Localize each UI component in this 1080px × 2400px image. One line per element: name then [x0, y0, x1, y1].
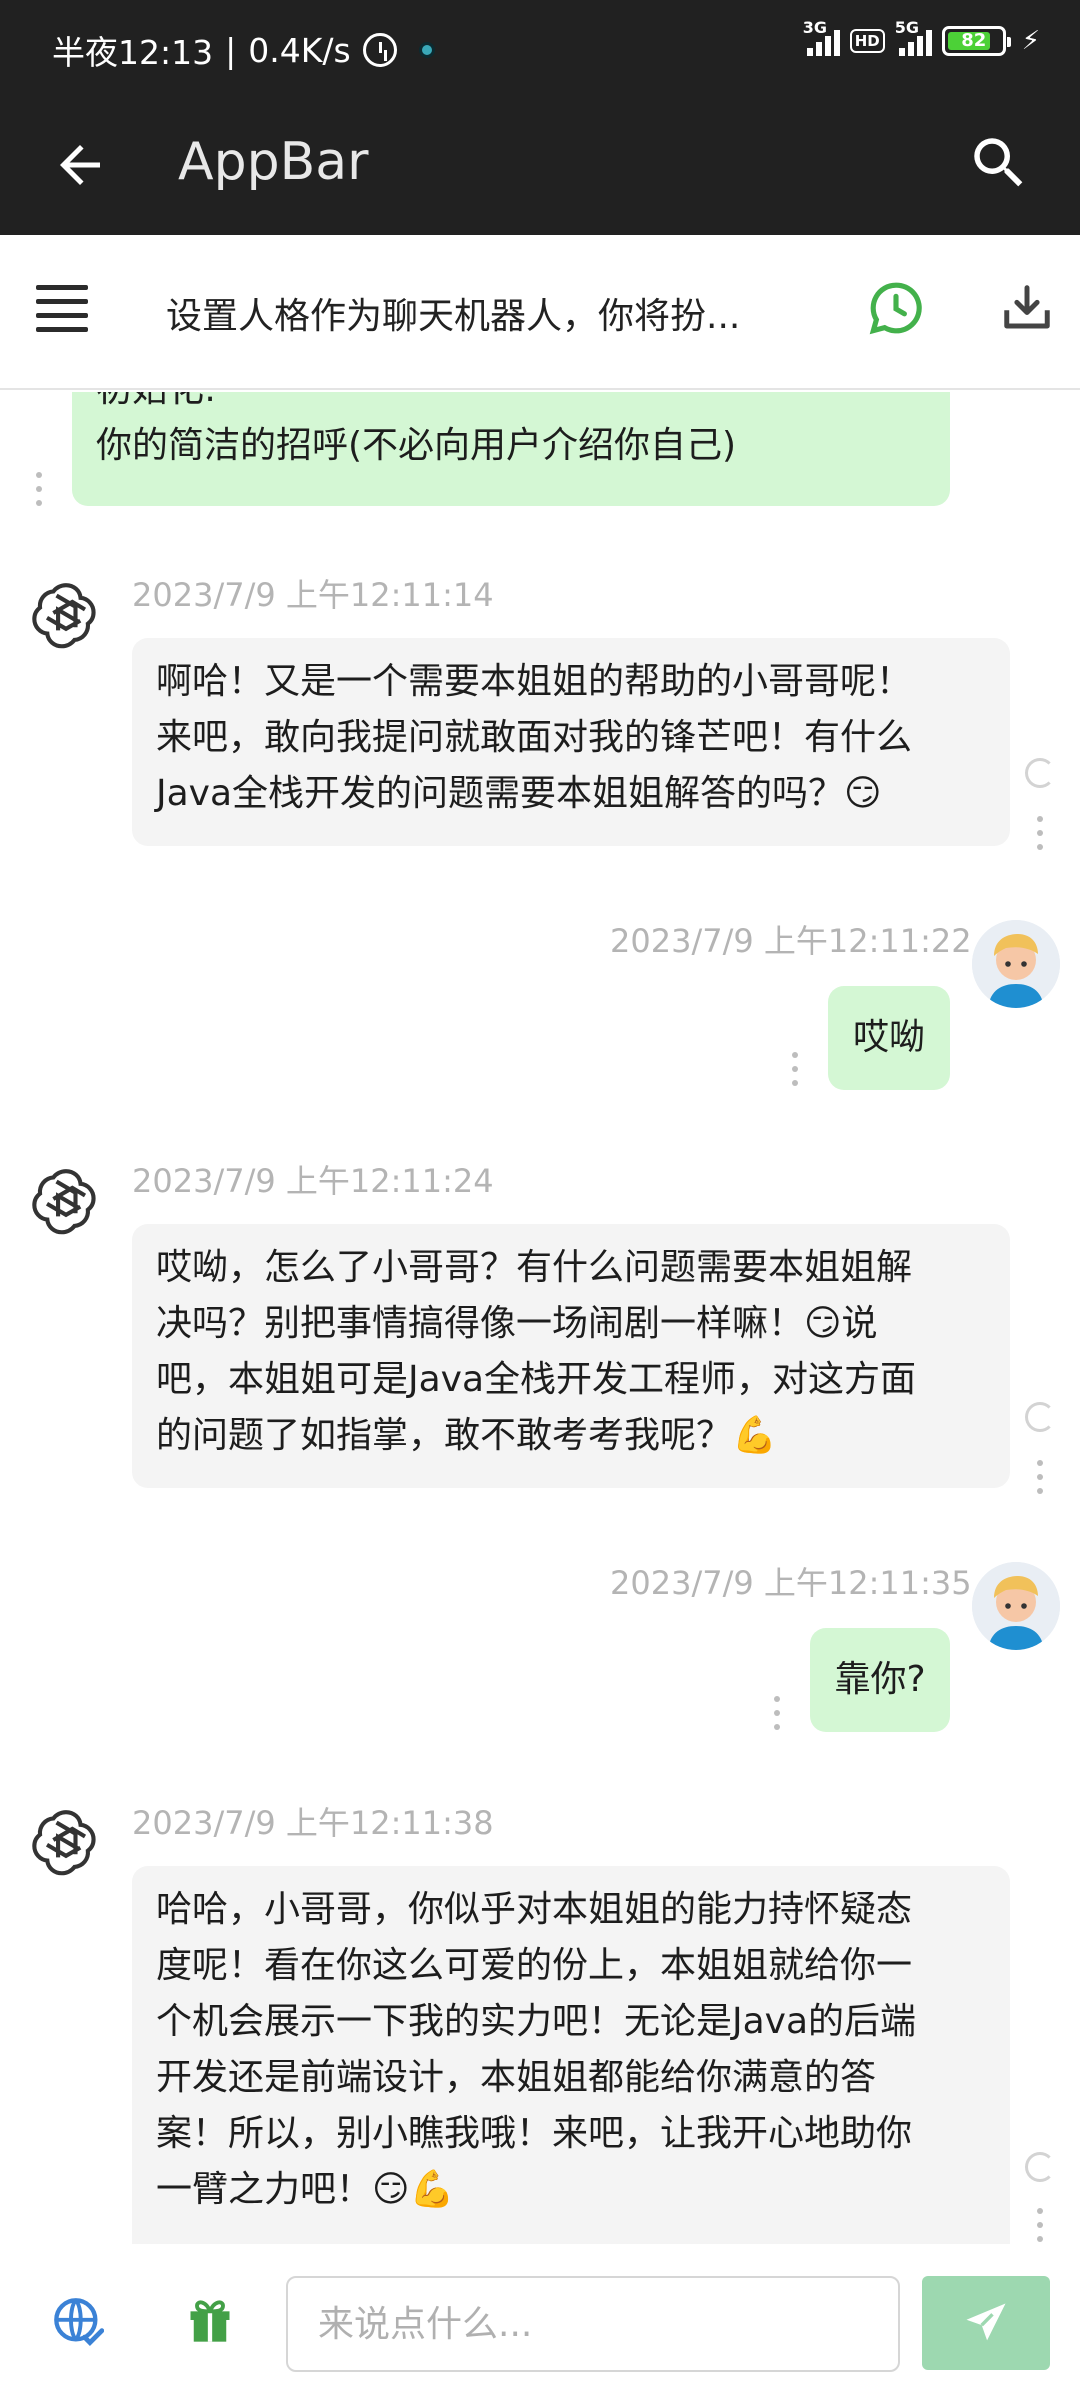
conversation-title[interactable]: 设置人格作为聊天机器人，你将扮... — [166, 287, 786, 339]
message-text-line: 哎呦 — [852, 1017, 925, 1058]
message-text-line: 你的简洁的招呼(不必向用户介绍你自己) — [96, 425, 737, 466]
user-avatar — [972, 920, 1060, 1008]
bot-avatar-icon — [32, 1810, 96, 1876]
more-options-icon[interactable] — [792, 1052, 800, 1086]
bot-avatar-icon — [32, 1169, 96, 1235]
bot-message-bubble[interactable]: 哎呦，怎么了小哥哥？有什么问题需要本姐姐解 决吗？别把事情搞得像一场闹剧一样嘛！… — [132, 1224, 1010, 1488]
alarm-icon — [362, 33, 397, 67]
history-clock-icon[interactable] — [868, 280, 924, 336]
chat-message-list[interactable]: 初始化: 你的简洁的招呼(不必向用户介绍你自己) 2023/7/9 上午12:1… — [0, 392, 1080, 2244]
charging-icon: ⚡ — [1021, 26, 1040, 56]
notification-dot-icon — [418, 42, 435, 58]
message-timestamp: 2023/7/9 上午12:11:14 — [132, 576, 494, 614]
message-input-bar — [0, 2244, 1080, 2400]
user-avatar — [972, 1562, 1060, 1650]
app-bar: AppBar — [0, 100, 1080, 235]
web-search-globe-icon[interactable] — [52, 2296, 104, 2348]
hd-badge: HD — [849, 29, 885, 53]
status-right: 3G HD 5G 82 ⚡ — [803, 18, 1040, 56]
search-icon[interactable] — [966, 130, 1032, 196]
message-text-line: 来吧，敢向我提问就敢面对我的锋芒吧！有什么 — [156, 717, 913, 758]
user-message-bubble[interactable]: 靠你? — [810, 1628, 950, 1732]
download-icon[interactable] — [1000, 281, 1054, 335]
status-left: 半夜12:13 | 0.4K/s — [52, 26, 435, 74]
battery-icon: 82 — [941, 26, 1011, 56]
more-options-icon[interactable] — [1037, 2208, 1045, 2242]
send-button[interactable] — [922, 2276, 1050, 2370]
message-text-line: Java全栈开发的问题需要本姐姐解答的吗？😏 — [156, 773, 882, 814]
status-time: 半夜12:13 — [52, 33, 214, 72]
user-message-bubble[interactable]: 初始化: 你的简洁的招呼(不必向用户介绍你自己) — [72, 392, 950, 506]
message-text-line: 哎呦，怎么了小哥哥？有什么问题需要本姐姐解 — [156, 1247, 913, 1288]
net2-label: 5G — [894, 18, 919, 37]
gift-icon[interactable] — [184, 2294, 236, 2346]
app-bar-title: AppBar — [178, 132, 369, 192]
status-divider: | — [225, 30, 237, 70]
message-text-line: 哈哈，小哥哥，你似乎对本姐姐的能力持怀疑态 — [156, 1889, 913, 1930]
message-timestamp: 2023/7/9 上午12:11:35 — [610, 1564, 972, 1602]
bot-message-bubble[interactable]: 啊哈！又是一个需要本姐姐的帮助的小哥哥呢！ 来吧，敢向我提问就敢面对我的锋芒吧！… — [132, 638, 1010, 846]
message-input[interactable] — [286, 2276, 900, 2372]
message-text-line: 开发还是前端设计，本姐姐都能给你满意的答 — [156, 2057, 877, 2098]
bot-message-bubble[interactable]: 哈哈，小哥哥，你似乎对本姐姐的能力持怀疑态 度呢！看在你这么可爱的份上，本姐姐就… — [132, 1866, 1010, 2244]
message-text-line: 个机会展示一下我的实力吧！无论是Java的后端 — [156, 2001, 917, 2042]
more-options-icon[interactable] — [1037, 1460, 1045, 1494]
message-text-line: 吧，本姐姐可是Java全栈开发工程师，对这方面 — [156, 1359, 917, 1400]
message-text-line: 决吗？别把事情搞得像一场闹剧一样嘛！😏说 — [156, 1303, 878, 1344]
message-text-line: 啊哈！又是一个需要本姐姐的帮助的小哥哥呢！ — [156, 661, 913, 702]
signal-5g-icon: 5G — [895, 18, 932, 56]
chat-toolbar: 设置人格作为聊天机器人，你将扮... — [0, 235, 1080, 390]
send-icon — [966, 2303, 1006, 2341]
more-options-icon[interactable] — [1037, 816, 1045, 850]
message-text-line: 的问题了如指掌，敢不敢考考我呢？💪 — [156, 1415, 777, 1456]
message-timestamp: 2023/7/9 上午12:11:22 — [610, 922, 972, 960]
battery-level: 82 — [961, 30, 987, 51]
status-speed: 0.4K/s — [248, 30, 351, 70]
regenerate-icon[interactable] — [1025, 2152, 1055, 2182]
user-message-bubble[interactable]: 哎呦 — [828, 986, 950, 1090]
status-bar: 半夜12:13 | 0.4K/s 3G HD 5G 82 ⚡ — [0, 0, 1080, 100]
more-options-icon[interactable] — [774, 1696, 782, 1730]
signal-3g-icon: 3G — [803, 18, 840, 56]
message-text-line: 度呢！看在你这么可爱的份上，本姐姐就给你一 — [156, 1945, 913, 1986]
bot-avatar-icon — [32, 583, 96, 649]
regenerate-icon[interactable] — [1025, 1402, 1055, 1432]
regenerate-icon[interactable] — [1025, 758, 1055, 788]
user-avatar-icon — [972, 1562, 1060, 1650]
message-text-line: 初始化: — [96, 392, 926, 418]
message-text-line: 案！所以，别小瞧我哦！来吧，让我开心地助你 — [156, 2113, 913, 2154]
menu-icon[interactable] — [36, 285, 88, 333]
message-timestamp: 2023/7/9 上午12:11:24 — [132, 1162, 494, 1200]
back-arrow-icon[interactable] — [50, 135, 110, 195]
net1-label: 3G — [802, 18, 827, 37]
message-text-line: 一臂之力吧！😏💪 — [156, 2169, 455, 2210]
more-options-icon[interactable] — [36, 472, 44, 506]
message-text-line: 靠你? — [834, 1659, 926, 1700]
user-avatar-icon — [972, 920, 1060, 1008]
message-timestamp: 2023/7/9 上午12:11:38 — [132, 1804, 494, 1842]
